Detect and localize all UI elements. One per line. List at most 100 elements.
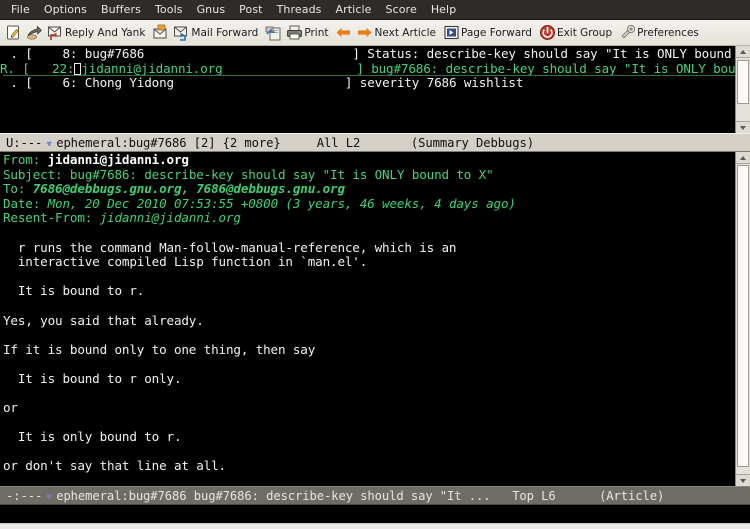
- article-modeline-spacer2: [556, 489, 599, 503]
- toolbar-button-preferences[interactable]: Preferences: [617, 22, 704, 44]
- article-header-value: 7686@debbugs.gnu.org, 7686@debbugs.gnu.o…: [32, 181, 345, 197]
- triangle-up-icon: [740, 49, 746, 54]
- menu-item-threads[interactable]: Threads: [270, 2, 329, 18]
- toolbar-button-label: Preferences: [637, 26, 699, 39]
- toolbar-button-arrow-left[interactable]: [333, 22, 354, 44]
- gnus-icon: ☣: [45, 489, 53, 502]
- article-body-line: [3, 270, 735, 285]
- toolbar-button-label: Next Article: [374, 26, 436, 39]
- scrollbar-thumb[interactable]: [737, 165, 749, 467]
- summary-window-body: . [ 8: bug#7686 ] Status: describe-key s…: [0, 46, 750, 133]
- summary-row[interactable]: . [ 6: Chong Yidong ] severity 7686 wish…: [3, 75, 735, 91]
- summary-row[interactable]: . [ 8: bug#7686 ] Status: describe-key s…: [3, 46, 735, 62]
- menu-item-buffers[interactable]: Buffers: [94, 2, 148, 18]
- summary-modeline-position: All L2: [316, 135, 361, 150]
- article-body-line: [3, 357, 735, 372]
- summary-text-area[interactable]: . [ 8: bug#7686 ] Status: describe-key s…: [0, 46, 735, 133]
- mail-reply-hand-icon: [26, 24, 43, 41]
- summary-row[interactable]: R. [ 22: jidanni@jidanni.org ] bug#7686: …: [0, 60, 735, 77]
- menu-item-tools[interactable]: Tools: [148, 2, 190, 18]
- toolbar-button-next-article[interactable]: Next Article: [354, 22, 440, 44]
- summary-row-author: Chong Yidong: [77, 75, 174, 91]
- article-body-line: [3, 387, 735, 402]
- mail-forward-icon: [173, 24, 190, 41]
- header-separator: [92, 210, 99, 225]
- menu-item-file[interactable]: File: [4, 2, 37, 18]
- toolbar-button-page-forward[interactable]: Page Forward: [441, 22, 537, 44]
- summary-row-author: jidanni@jidanni.org: [81, 60, 223, 76]
- summary-mode-line: U:--- ☣ ephemeral:bug#7686 [2] {2 more} …: [0, 133, 750, 152]
- article-modeline-mode: (Article): [599, 488, 665, 503]
- summary-modeline-spacer2: [360, 136, 411, 150]
- menu-bar: File Options Buffers Tools Gnus Post Threads Ar…: [0, 0, 750, 20]
- article-body-line: [3, 328, 735, 343]
- article-header-name: From:: [3, 152, 41, 167]
- scrollbar-down-arrow[interactable]: [736, 121, 750, 133]
- summary-window: . [ 8: bug#7686 ] Status: describe-key s…: [0, 46, 750, 152]
- summary-modeline-status: U:---: [6, 135, 43, 150]
- toolbar-button-reply-and-yank[interactable]: Reply And Yank: [45, 22, 150, 44]
- article-text-area[interactable]: From: jidanni@jidanni.org Subject: bug#76…: [0, 152, 735, 486]
- toolbar-button-mail-send[interactable]: [150, 22, 171, 44]
- compose-pencil-icon: [5, 24, 22, 41]
- summary-row-subject: bug#7686: describe-key should say "It is…: [371, 60, 735, 76]
- summary-row-bracket-open: [: [22, 60, 30, 76]
- article-headers: From: jidanni@jidanni.org Subject: bug#76…: [3, 152, 735, 226]
- toolbar-button-label: Mail Forward: [191, 26, 259, 39]
- save-article-icon: [265, 24, 282, 41]
- toolbar-button-save-article[interactable]: [263, 22, 284, 44]
- article-modeline-spacer1: [490, 489, 512, 503]
- article-body: r runs the command Man-follow-manual-ref…: [3, 226, 735, 474]
- triangle-up-icon: [740, 155, 746, 160]
- summary-row-pad: [223, 61, 357, 76]
- gnus-icon: ☣: [45, 136, 53, 149]
- menu-item-post[interactable]: Post: [232, 2, 269, 18]
- article-body-line: It is bound to r.: [3, 283, 145, 299]
- summary-row-marks: .: [3, 46, 26, 61]
- article-modeline-buffer: ephemeral:bug#7686 bug#7686: describe-ke…: [56, 488, 491, 503]
- toolbar-button-exit-group[interactable]: Exit Group: [537, 22, 617, 44]
- scrollbar-up-arrow[interactable]: [736, 46, 750, 58]
- article-header-value: Mon, 20 Dec 2010 07:53:55 +0800 (3 years…: [47, 195, 516, 211]
- scrollbar-track[interactable]: [736, 164, 750, 474]
- summary-row-bracket-close: ]: [352, 46, 360, 61]
- article-header-value: jidanni@jidanni.org: [99, 210, 241, 226]
- article-body-line: [3, 226, 735, 241]
- minibuffer[interactable]: [0, 505, 750, 523]
- toolbar-button-mail-forward[interactable]: Mail Forward: [171, 22, 263, 44]
- article-header-name: Resent-From:: [3, 210, 93, 226]
- article-mode-line: -:--- ☣ ephemeral:bug#7686 bug#7686: des…: [0, 486, 750, 505]
- summary-scrollbar[interactable]: [735, 46, 750, 133]
- article-header-line: Subject: bug#7686: describe-key should s…: [3, 166, 735, 183]
- summary-row-bracket-open: [: [25, 46, 33, 61]
- scrollbar-down-arrow[interactable]: [736, 474, 750, 486]
- arrow-right-icon: [356, 24, 373, 41]
- article-scrollbar[interactable]: [735, 152, 750, 486]
- article-body-line: If it is bound only to one thing, then s…: [3, 341, 316, 357]
- summary-row-count: 8:: [32, 46, 78, 61]
- article-modeline-position: Top L6: [512, 488, 556, 503]
- scrollbar-thumb[interactable]: [737, 60, 749, 104]
- summary-row-count: 22:: [29, 60, 75, 76]
- printer-icon: [286, 24, 303, 41]
- summary-row-bracket-close: ]: [356, 60, 364, 76]
- triangle-down-icon: [740, 478, 746, 483]
- article-body-line: interactive compiled Lisp function in `m…: [3, 254, 368, 270]
- scrollbar-track[interactable]: [736, 58, 750, 121]
- toolbar-button-compose-pencil[interactable]: [3, 22, 24, 44]
- toolbar-button-mail-reply-hand[interactable]: [24, 22, 45, 44]
- menu-item-options[interactable]: Options: [37, 2, 94, 18]
- article-header-name: Subject:: [3, 166, 63, 182]
- article-body-line: [3, 416, 735, 431]
- menu-item-score[interactable]: Score: [379, 2, 424, 18]
- article-body-line: or don't say that line at all.: [3, 458, 226, 474]
- menu-item-gnus[interactable]: Gnus: [190, 2, 233, 18]
- menu-item-article[interactable]: Article: [329, 2, 379, 18]
- summary-row-count: 6:: [32, 75, 78, 91]
- scrollbar-up-arrow[interactable]: [736, 152, 750, 164]
- page-forward-icon: [443, 24, 460, 41]
- menu-item-help[interactable]: Help: [424, 2, 463, 18]
- article-header-line: To: 7686@debbugs.gnu.org, 7686@debbugs.g…: [3, 181, 735, 197]
- summary-row-marks: R.: [0, 60, 23, 76]
- toolbar-button-print[interactable]: Print: [284, 22, 333, 44]
